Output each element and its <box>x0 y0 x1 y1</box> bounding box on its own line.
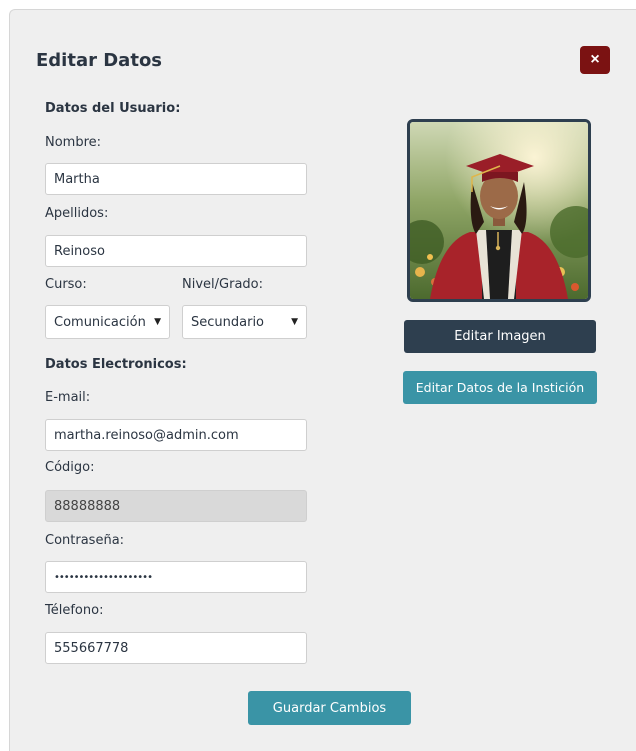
edit-institution-button[interactable]: Editar Datos de la Instición <box>403 371 597 404</box>
edit-image-button[interactable]: Editar Imagen <box>404 320 596 353</box>
electronic-data-heading: Datos Electronicos: <box>45 357 187 372</box>
curso-selected-value: Comunicación <box>54 314 146 330</box>
modal-title: Editar Datos <box>36 50 163 71</box>
profile-photo <box>407 119 591 302</box>
curso-label: Curso: <box>45 277 87 292</box>
chevron-down-icon: ▼ <box>154 317 161 327</box>
nombre-label: Nombre: <box>45 135 102 150</box>
password-input[interactable] <box>45 561 307 593</box>
email-label: E-mail: <box>45 390 91 405</box>
curso-select[interactable]: Comunicación ▼ <box>45 305 170 339</box>
user-data-heading: Datos del Usuario: <box>45 101 181 116</box>
close-button[interactable]: × <box>580 46 610 74</box>
password-label: Contraseña: <box>45 533 125 548</box>
nivel-selected-value: Secundario <box>191 314 265 330</box>
codigo-label: Código: <box>45 460 95 475</box>
telefono-label: Télefono: <box>45 603 104 618</box>
nivel-select[interactable]: Secundario ▼ <box>182 305 307 339</box>
apellidos-input[interactable] <box>45 235 307 267</box>
nivel-label: Nivel/Grado: <box>182 277 263 292</box>
telefono-input[interactable] <box>45 632 307 664</box>
email-input[interactable] <box>45 419 307 451</box>
apellidos-label: Apellidos: <box>45 206 109 221</box>
chevron-down-icon: ▼ <box>291 317 298 327</box>
graduate-photo-image <box>410 122 588 299</box>
nombre-input[interactable] <box>45 163 307 195</box>
close-icon: × <box>590 51 600 68</box>
save-changes-button[interactable]: Guardar Cambios <box>248 691 411 725</box>
codigo-input <box>45 490 307 522</box>
